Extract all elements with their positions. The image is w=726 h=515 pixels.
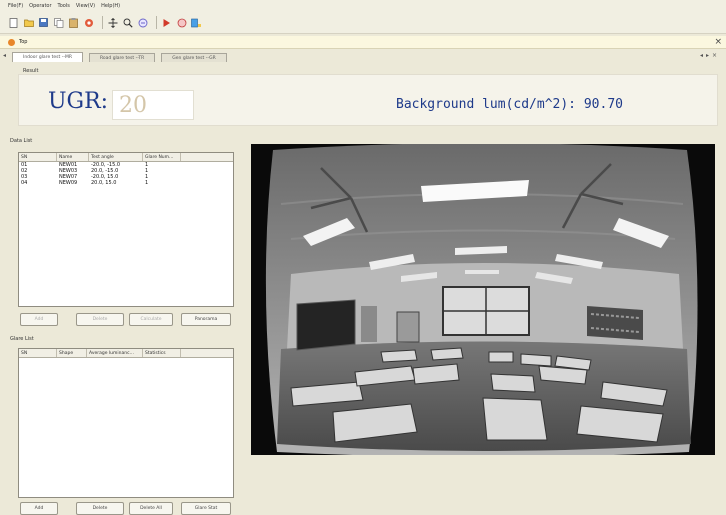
col-sn[interactable]: SN bbox=[19, 153, 57, 161]
glare-list-title: Glare List bbox=[10, 336, 34, 342]
cell-glare-num: 1 bbox=[145, 180, 149, 186]
classroom-photo bbox=[265, 144, 698, 455]
pan-icon[interactable] bbox=[107, 17, 118, 28]
col-test-angle[interactable]: Test angle bbox=[89, 153, 143, 161]
cell-sn: 04 bbox=[21, 180, 28, 186]
result-group-label: Result bbox=[22, 68, 40, 74]
stop-icon[interactable] bbox=[176, 17, 187, 28]
table-row[interactable]: 04 NEW09 20.0, 15.0 1 bbox=[19, 180, 233, 186]
tab-gen-glare[interactable]: Gen glare test --GR bbox=[161, 53, 227, 62]
data-list-table[interactable]: SN Name Test angle Glare Num... 01 NEW01… bbox=[18, 152, 234, 307]
tab-bar: ◂ Indoor glare test --MR Road glare test… bbox=[0, 52, 726, 62]
col-average-luminance[interactable]: Average luminanc... bbox=[87, 349, 143, 357]
glare-add-button[interactable]: Add bbox=[20, 502, 58, 515]
new-icon[interactable] bbox=[8, 17, 19, 28]
document-header: Top × bbox=[0, 36, 726, 49]
ugr-value-field: 20 bbox=[112, 90, 194, 120]
zoom-out-icon[interactable] bbox=[137, 17, 148, 28]
glare-list-table[interactable]: SN Shape Average luminanc... Statistics bbox=[18, 348, 234, 498]
panorama-button[interactable]: Panorama bbox=[181, 313, 231, 326]
toolbar bbox=[0, 12, 726, 34]
toolbar-separator bbox=[102, 16, 103, 29]
target-icon[interactable] bbox=[83, 17, 94, 28]
document-icon bbox=[8, 38, 15, 46]
glare-stat-button[interactable]: Glare Stat bbox=[181, 502, 231, 515]
play-icon[interactable] bbox=[161, 17, 172, 28]
col-glare-num[interactable]: Glare Num... bbox=[143, 153, 181, 161]
tab-scroll-left-icon[interactable]: ◂ bbox=[3, 52, 6, 59]
zoom-in-icon[interactable] bbox=[122, 17, 133, 28]
fisheye-image[interactable] bbox=[251, 144, 715, 455]
data-list-header: SN Name Test angle Glare Num... bbox=[19, 153, 233, 162]
image-panel-footer bbox=[251, 456, 715, 515]
col-name[interactable]: Name bbox=[57, 153, 89, 161]
menu-help[interactable]: Help(H) bbox=[101, 3, 120, 9]
tab-indoor-glare[interactable]: Indoor glare test --MR bbox=[12, 52, 83, 62]
data-add-button[interactable]: Add bbox=[20, 313, 58, 326]
calculate-button[interactable]: Calculate bbox=[129, 313, 173, 326]
paste-icon[interactable] bbox=[68, 17, 79, 28]
menu-bar: File(F) Operator Tools View(V) Help(H) bbox=[0, 0, 726, 12]
delete-all-button[interactable]: Delete All bbox=[129, 502, 173, 515]
cell-test-angle: 20.0, 15.0 bbox=[91, 180, 117, 186]
save-icon[interactable] bbox=[38, 17, 49, 28]
close-icon[interactable]: × bbox=[714, 37, 722, 47]
glare-delete-button[interactable]: Delete bbox=[76, 502, 124, 515]
toolbar-separator bbox=[156, 16, 157, 29]
copy-icon[interactable] bbox=[53, 17, 64, 28]
glare-list-header: SN Shape Average luminanc... Statistics bbox=[19, 349, 233, 358]
data-delete-button[interactable]: Delete bbox=[76, 313, 124, 326]
menu-file[interactable]: File(F) bbox=[8, 3, 23, 9]
background-luminance: Background lum(cd/m^2): 90.70 bbox=[396, 97, 623, 112]
col-sn[interactable]: SN bbox=[19, 349, 57, 357]
tab-nav-icons[interactable]: ◂▸× bbox=[700, 52, 720, 59]
col-shape[interactable]: Shape bbox=[57, 349, 87, 357]
col-statistics[interactable]: Statistics bbox=[143, 349, 181, 357]
data-list-title: Data List bbox=[10, 138, 33, 144]
tab-road-glare[interactable]: Road glare test --TR bbox=[88, 53, 156, 62]
ugr-label: UGR: bbox=[48, 89, 109, 114]
menu-operator[interactable]: Operator bbox=[29, 3, 51, 9]
menu-tools[interactable]: Tools bbox=[58, 3, 70, 9]
open-icon[interactable] bbox=[23, 17, 34, 28]
menu-view[interactable]: View(V) bbox=[76, 3, 95, 9]
calc-icon[interactable] bbox=[191, 17, 202, 28]
cell-name: NEW09 bbox=[59, 180, 78, 186]
document-title: Top bbox=[19, 39, 28, 45]
